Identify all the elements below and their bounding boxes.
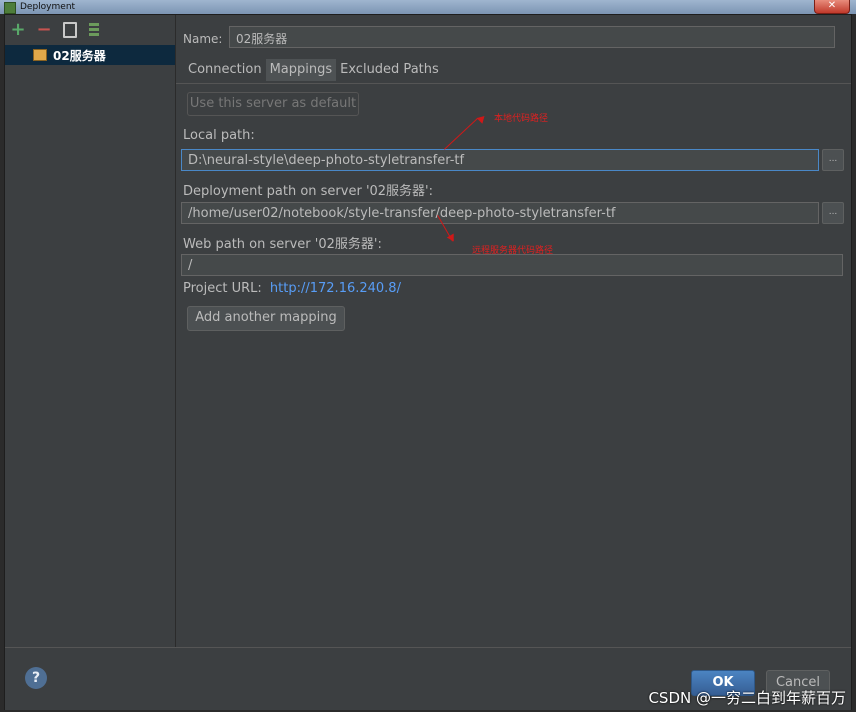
window-title: Deployment [20, 2, 76, 12]
name-label: Name: [183, 32, 223, 46]
deployment-path-label: Deployment path on server '02服务器': [183, 184, 434, 199]
remote-annotation-label: 远程服务器代码路径 [472, 246, 554, 256]
local-annotation-label: 本地代码路径 [494, 114, 549, 124]
add-icon[interactable]: + [10, 21, 25, 39]
default-server-icon[interactable] [89, 23, 99, 37]
server-item-label: 02服务器 [53, 48, 106, 63]
local-path-label: Local path: [183, 128, 255, 143]
window-titlebar: Deployment ✕ [0, 0, 856, 14]
server-list-panel: + − 02服务器 [5, 15, 176, 647]
remove-icon[interactable]: − [36, 21, 51, 39]
name-input[interactable]: 02服务器 [229, 26, 835, 48]
web-path-label: Web path on server '02服务器': [183, 237, 382, 252]
settings-tabs: Connection Mappings Excluded Paths [184, 59, 443, 81]
tab-mappings[interactable]: Mappings [265, 59, 337, 81]
server-toolbar: + − [10, 19, 99, 41]
server-icon [33, 49, 47, 61]
add-mapping-button[interactable]: Add another mapping [187, 306, 345, 331]
server-settings-panel: Name: 02服务器 Connection Mappings Excluded… [176, 15, 851, 647]
tab-excluded-paths[interactable]: Excluded Paths [336, 59, 443, 81]
project-url-link[interactable]: http://172.16.240.8/ [270, 281, 401, 296]
local-annotation-arrowhead [476, 113, 488, 124]
project-url-label: Project URL: [183, 281, 262, 296]
local-annotation-line [444, 117, 479, 150]
help-icon[interactable]: ? [25, 667, 47, 689]
project-url-row: Project URL: http://172.16.240.8/ [183, 281, 401, 296]
watermark: CSDN @一穷二白到年薪百万 [648, 689, 846, 707]
tab-connection[interactable]: Connection [184, 59, 266, 81]
copy-icon[interactable] [63, 22, 77, 38]
deployment-path-browse-button[interactable]: ... [822, 202, 844, 224]
web-path-input[interactable]: / [181, 254, 843, 276]
tab-divider [176, 83, 851, 84]
use-default-button[interactable]: Use this server as default [187, 92, 359, 116]
server-list-item[interactable]: 02服务器 [5, 45, 175, 65]
close-button[interactable]: ✕ [814, 0, 850, 14]
local-path-input[interactable]: D:\neural-style\deep-photo-styletransfer… [181, 149, 819, 171]
local-path-browse-button[interactable]: ... [822, 149, 844, 171]
deployment-dialog: + − 02服务器 Name: 02服务器 Connection Mapping… [4, 14, 852, 710]
app-icon [4, 2, 16, 14]
deployment-path-input[interactable]: /home/user02/notebook/style-transfer/dee… [181, 202, 819, 224]
